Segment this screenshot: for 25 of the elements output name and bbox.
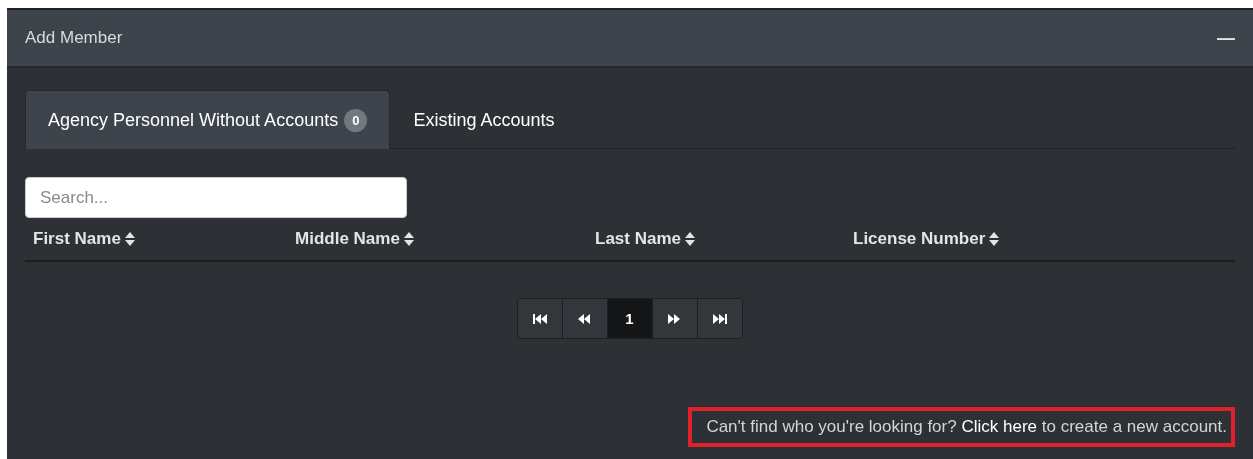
create-account-note: Can't find who you're looking for? Click here to create a new account. [688, 407, 1235, 447]
first-page-icon [532, 312, 547, 325]
first-page-button[interactable] [516, 298, 563, 339]
double-left-arrow-icon [577, 312, 592, 325]
count-badge: 0 [344, 108, 368, 132]
last-page-icon [712, 312, 727, 325]
collapse-button[interactable]: — [1217, 27, 1235, 49]
sort-icon [989, 232, 1000, 246]
sort-icon [124, 232, 135, 246]
search-field[interactable]: Search... [25, 177, 407, 218]
prev-page-button[interactable] [561, 298, 608, 339]
column-header[interactable]: License Number [853, 229, 1000, 249]
tab[interactable]: Agency Personnel Without Accounts 0 [25, 90, 391, 149]
page-button[interactable]: 1 [606, 298, 653, 339]
last-page-button[interactable] [696, 298, 743, 339]
column-header[interactable]: Last Name [595, 229, 695, 249]
sort-icon [685, 232, 695, 246]
tab[interactable]: Existing Accounts [390, 90, 578, 149]
click-here-link[interactable]: Click here [961, 417, 1038, 436]
next-page-button[interactable] [651, 298, 698, 339]
panel-title: Add Member [25, 28, 123, 48]
sort-icon [403, 232, 414, 246]
column-header[interactable]: Middle Name [295, 229, 414, 249]
column-header[interactable]: First Name [33, 229, 135, 249]
double-right-arrow-icon [667, 312, 682, 325]
